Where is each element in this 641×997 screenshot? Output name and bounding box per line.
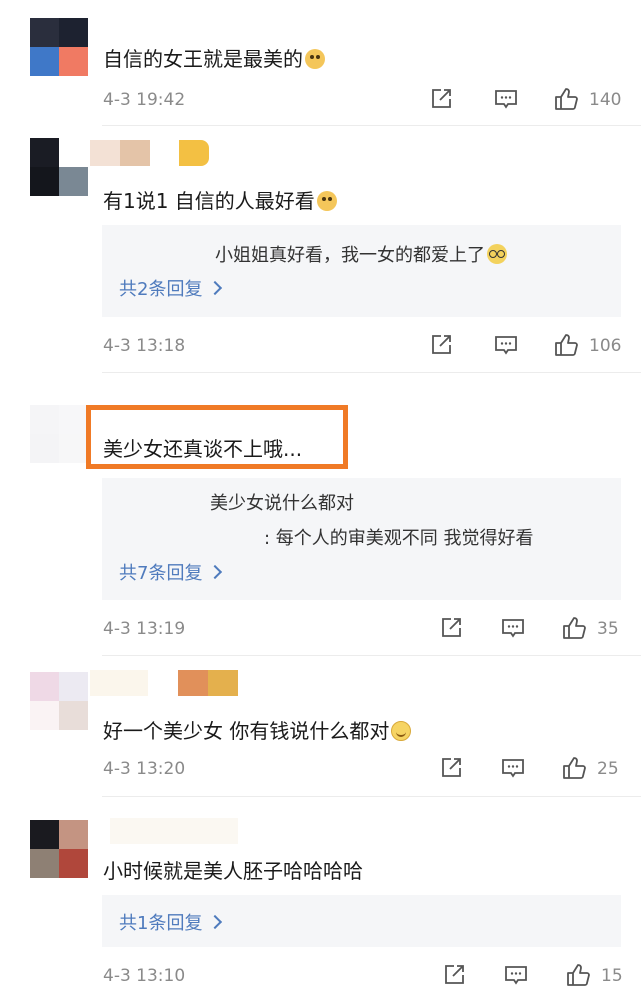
chevron-right-icon bbox=[208, 914, 223, 930]
reply-text: 小姐姐真好看，我一女的都爱上了 bbox=[215, 241, 507, 267]
like-count: 25 bbox=[597, 759, 619, 779]
share-icon[interactable] bbox=[428, 332, 454, 358]
like-icon[interactable] bbox=[553, 332, 579, 358]
comment-meta: 4-3 13:20 25 bbox=[103, 755, 621, 785]
share-icon[interactable] bbox=[438, 615, 464, 641]
reply-text: : 每个人的审美观不同 我觉得好看 bbox=[264, 528, 534, 549]
comment-time: 4-3 13:19 bbox=[103, 619, 186, 639]
like-count: 140 bbox=[589, 90, 622, 110]
comment-time: 4-3 19:42 bbox=[103, 90, 186, 110]
view-replies-link[interactable]: 共7条回复 bbox=[119, 559, 223, 585]
like-count: 15 bbox=[601, 966, 623, 986]
avatar[interactable] bbox=[30, 672, 88, 730]
divider bbox=[102, 796, 641, 797]
comment-text: 有1说1 自信的人最好看 bbox=[103, 185, 337, 214]
comment-meta: 4-3 13:19 35 bbox=[103, 615, 621, 645]
glasses-emoji-icon bbox=[487, 244, 507, 264]
like-icon[interactable] bbox=[561, 615, 587, 641]
reply-icon[interactable] bbox=[503, 962, 529, 988]
reply-icon[interactable] bbox=[493, 332, 519, 358]
view-replies-link[interactable]: 共2条回复 bbox=[119, 275, 223, 301]
avatar[interactable] bbox=[30, 138, 88, 196]
comment-time: 4-3 13:20 bbox=[103, 759, 186, 779]
comment-time: 4-3 13:18 bbox=[103, 336, 186, 356]
reply-icon[interactable] bbox=[500, 755, 526, 781]
avatar[interactable] bbox=[30, 405, 88, 463]
view-replies-link[interactable]: 共1条回复 bbox=[119, 909, 223, 935]
reply-box: 美少女说什么都对 : 每个人的审美观不同 我觉得好看 共7条回复 bbox=[102, 478, 621, 600]
divider bbox=[102, 372, 641, 373]
comment-meta: 4-3 13:10 15 bbox=[103, 962, 623, 992]
like-icon[interactable] bbox=[565, 962, 591, 988]
chevron-right-icon bbox=[208, 280, 223, 296]
like-count: 106 bbox=[589, 336, 622, 356]
highlight-box bbox=[86, 405, 348, 469]
reply-icon[interactable] bbox=[500, 615, 526, 641]
username[interactable] bbox=[90, 140, 210, 166]
doge-emoji-icon bbox=[316, 191, 337, 211]
comment-text: 小时候就是美人胚子哈哈哈哈 bbox=[103, 859, 363, 883]
reply-box: 小姐姐真好看，我一女的都爱上了 共2条回复 bbox=[102, 225, 621, 317]
comment-text: 自信的女王就是最美的 bbox=[103, 43, 325, 72]
comment-meta: 4-3 13:18 106 bbox=[103, 332, 621, 362]
username[interactable] bbox=[110, 818, 240, 844]
avatar[interactable] bbox=[30, 18, 88, 76]
like-icon[interactable] bbox=[561, 755, 587, 781]
divider bbox=[102, 125, 641, 126]
username[interactable] bbox=[90, 670, 240, 696]
reply-icon[interactable] bbox=[493, 86, 519, 112]
doge-emoji-icon bbox=[305, 49, 325, 69]
share-icon[interactable] bbox=[428, 86, 454, 112]
comment-text: 好一个美少女 你有钱说什么都对 bbox=[103, 715, 412, 744]
comment-time: 4-3 13:10 bbox=[103, 966, 186, 986]
like-count: 35 bbox=[597, 619, 619, 639]
divider bbox=[102, 655, 641, 656]
avatar[interactable] bbox=[30, 820, 88, 878]
reply-text: 美少女说什么都对 bbox=[210, 493, 354, 514]
like-icon[interactable] bbox=[553, 86, 579, 112]
share-icon[interactable] bbox=[438, 755, 464, 781]
share-icon[interactable] bbox=[441, 962, 467, 988]
smile-emoji-icon bbox=[391, 721, 412, 741]
reply-box: 共1条回复 bbox=[102, 895, 621, 947]
comment-meta: 4-3 19:42 140 bbox=[103, 86, 621, 116]
chevron-right-icon bbox=[208, 564, 223, 580]
